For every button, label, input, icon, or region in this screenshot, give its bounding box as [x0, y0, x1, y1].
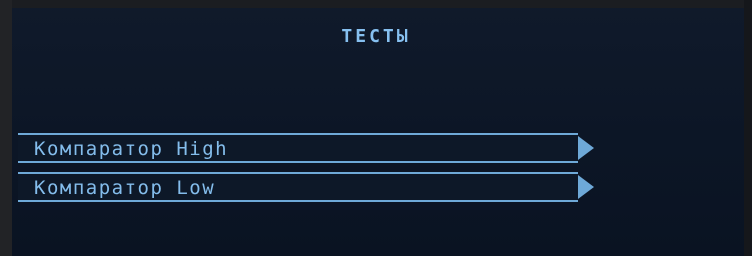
- page-title: ТЕСТЫ: [341, 26, 411, 47]
- device-screen: ТЕСТЫ Компаратор High Компаратор Low: [0, 0, 752, 256]
- chevron-right-icon: [578, 175, 594, 199]
- menu-item-label: Компаратор Low: [34, 177, 216, 199]
- menu-item-comparator-low[interactable]: Компаратор Low: [18, 172, 594, 202]
- chevron-right-icon: [578, 136, 594, 160]
- menu-item-label: Компаратор High: [34, 138, 229, 160]
- screen-bezel-top: [0, 0, 752, 8]
- menu-item-comparator-high[interactable]: Компаратор High: [18, 133, 594, 163]
